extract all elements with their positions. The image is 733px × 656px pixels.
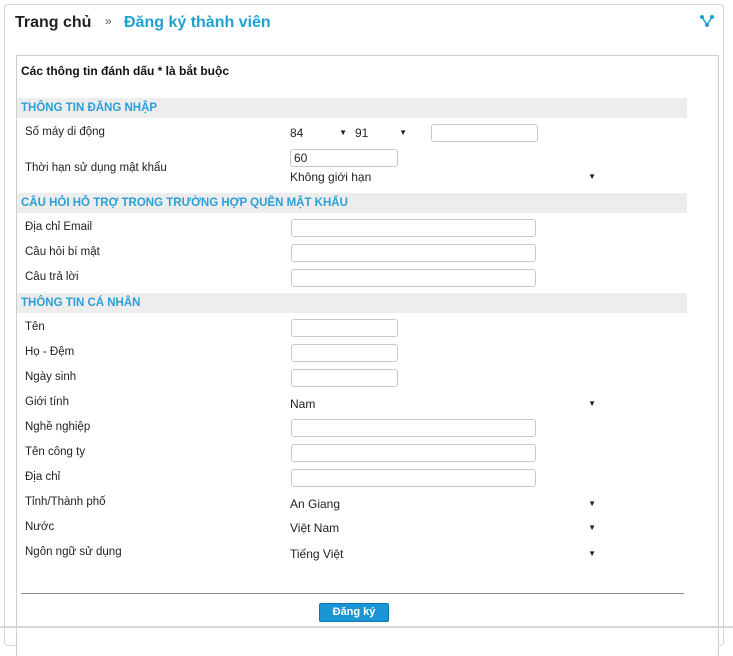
password-days-input[interactable]: 60 (290, 149, 398, 167)
country-code-select[interactable]: 84 ▼ (290, 125, 347, 141)
email-field[interactable] (291, 219, 536, 237)
label-job: Nghề nghiệp (25, 421, 91, 433)
chevron-down-icon: ▼ (588, 499, 596, 508)
label-first-name: Tên (25, 321, 45, 333)
job-field[interactable] (291, 419, 536, 437)
label-mobile: Số máy di động (25, 126, 105, 138)
page-container: Trang chủ » Đăng ký thành viên Các thông… (4, 4, 724, 656)
page-header: Trang chủ » Đăng ký thành viên (5, 5, 723, 41)
language-select[interactable]: Tiếng Việt ▼ (290, 546, 596, 562)
operator-code-value: 91 (355, 126, 369, 140)
language-value: Tiếng Việt (290, 547, 344, 561)
section-recovery-header: CÂU HỎI HỖ TRỢ TRONG TRƯỜNG HỢP QUÊN MẬT… (17, 193, 687, 213)
password-limit-select[interactable]: Không giới hạn ▼ (290, 169, 596, 185)
breadcrumb-separator: » (105, 14, 112, 28)
label-last-name: Họ - Đệm (25, 346, 75, 358)
password-days-value: 60 (294, 151, 308, 165)
label-answer: Câu trả lời (25, 271, 79, 283)
chevron-down-icon: ▼ (339, 128, 347, 137)
label-language: Ngôn ngữ sử dụng (25, 546, 122, 558)
company-field[interactable] (291, 444, 536, 462)
section-personal-header: THÔNG TIN CÁ NHÂN (17, 293, 687, 313)
address-field[interactable] (291, 469, 536, 487)
required-note: Các thông tin đánh dấu * là bắt buộc (21, 64, 230, 78)
country-select[interactable]: Việt Nam ▼ (290, 520, 596, 536)
label-address: Địa chỉ (25, 471, 61, 483)
first-name-field[interactable] (291, 319, 398, 337)
label-gender: Giới tính (25, 396, 69, 408)
share-icon[interactable] (699, 14, 715, 28)
label-secret-question: Câu hỏi bí mật (25, 246, 100, 258)
password-limit-value: Không giới hạn (290, 170, 372, 184)
last-name-field[interactable] (291, 344, 398, 362)
mobile-number-input[interactable] (431, 124, 538, 142)
province-select[interactable]: An Giang ▼ (290, 496, 596, 512)
page-title: Đăng ký thành viên (124, 14, 271, 31)
label-country: Nước (25, 521, 55, 533)
country-value: Việt Nam (290, 521, 340, 535)
secret-question-field[interactable] (291, 244, 536, 262)
chevron-down-icon: ▼ (588, 549, 596, 558)
operator-code-select[interactable]: 91 ▼ (355, 125, 407, 141)
label-email: Địa chỉ Email (25, 221, 93, 233)
registration-form: Các thông tin đánh dấu * là bắt buộc THÔ… (16, 55, 719, 656)
chevron-down-icon: ▼ (588, 172, 596, 181)
chevron-down-icon: ▼ (588, 523, 596, 532)
gender-select[interactable]: Nam ▼ (290, 396, 596, 412)
country-code-value: 84 (290, 126, 304, 140)
chevron-down-icon: ▼ (588, 399, 596, 408)
section-login-header: THÔNG TIN ĐĂNG NHẬP (17, 98, 687, 118)
label-dob: Ngày sinh (25, 371, 77, 383)
dob-field[interactable] (291, 369, 398, 387)
province-value: An Giang (290, 497, 341, 511)
form-divider (21, 593, 684, 594)
label-password-validity: Thời hạn sử dụng mật khẩu (25, 162, 167, 174)
answer-field[interactable] (291, 269, 536, 287)
label-company: Tên công ty (25, 446, 86, 458)
register-button[interactable]: Đăng ký (319, 603, 389, 622)
breadcrumb-home[interactable]: Trang chủ (15, 14, 91, 32)
chevron-down-icon: ▼ (399, 128, 407, 137)
gender-value: Nam (290, 397, 316, 411)
label-province: Tỉnh/Thành phố (25, 496, 106, 508)
